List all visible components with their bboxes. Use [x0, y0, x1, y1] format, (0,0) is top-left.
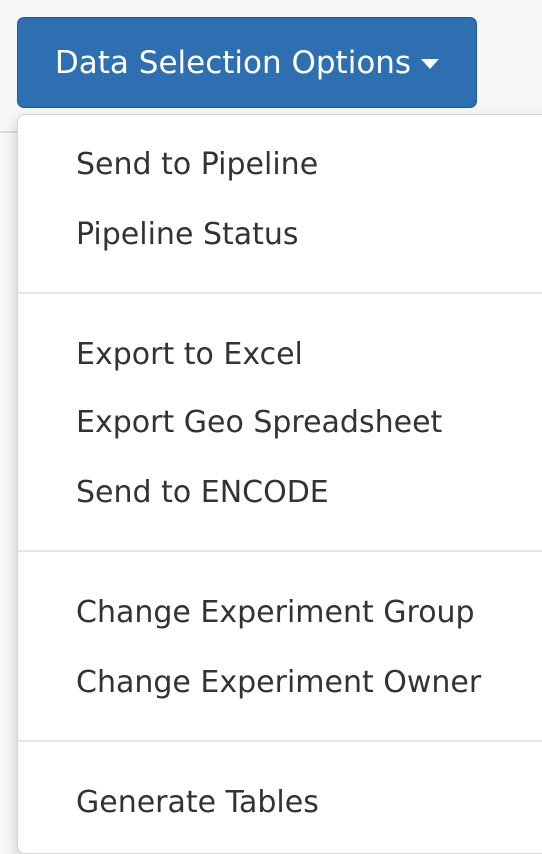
menu-item-send-to-encode[interactable]: Send to ENCODE	[76, 475, 329, 510]
menu-item-export-geo-spreadsheet[interactable]: Export Geo Spreadsheet	[76, 405, 442, 440]
menu-divider	[18, 292, 542, 294]
menu-item-generate-tables[interactable]: Generate Tables	[76, 785, 319, 820]
menu-item-change-experiment-group[interactable]: Change Experiment Group	[76, 595, 475, 630]
menu-divider	[18, 550, 542, 552]
data-selection-menu: Send to Pipeline Pipeline Status Export …	[17, 114, 542, 854]
menu-item-send-to-pipeline[interactable]: Send to Pipeline	[76, 147, 318, 182]
data-selection-options-label: Data Selection Options	[54, 44, 412, 81]
menu-item-pipeline-status[interactable]: Pipeline Status	[76, 217, 299, 252]
menu-item-export-to-excel[interactable]: Export to Excel	[76, 337, 303, 372]
data-selection-options-button[interactable]: Data Selection Options	[17, 17, 477, 108]
menu-divider	[18, 740, 542, 742]
caret-down-icon	[421, 59, 440, 69]
menu-item-change-experiment-owner[interactable]: Change Experiment Owner	[76, 665, 481, 700]
